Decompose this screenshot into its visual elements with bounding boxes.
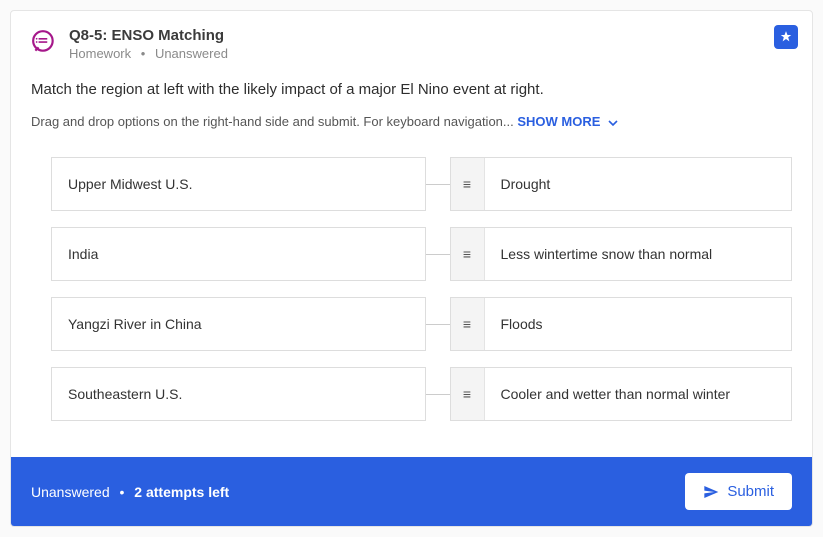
match-left-item: Southeastern U.S.: [51, 367, 426, 421]
instructions-text: Drag and drop options on the right-hand …: [31, 114, 517, 129]
footer-attempts: 2 attempts left: [134, 484, 229, 500]
question-status: Unanswered: [155, 46, 228, 61]
drag-handle-icon[interactable]: ≡: [451, 158, 485, 210]
match-right-label: Cooler and wetter than normal winter: [485, 368, 792, 420]
question-title: Q8-5: ENSO Matching: [69, 27, 228, 44]
question-prompt: Match the region at left with the likely…: [11, 69, 812, 102]
match-right-item[interactable]: ≡ Less wintertime snow than normal: [450, 227, 793, 281]
match-right-item[interactable]: ≡ Drought: [450, 157, 793, 211]
match-left-item: Upper Midwest U.S.: [51, 157, 426, 211]
drag-handle-icon[interactable]: ≡: [451, 368, 485, 420]
bookmark-button[interactable]: [774, 25, 798, 49]
match-right-item[interactable]: ≡ Cooler and wetter than normal winter: [450, 367, 793, 421]
separator-dot: •: [141, 46, 146, 61]
footer-answered-status: Unanswered: [31, 484, 110, 500]
show-more-label: SHOW MORE: [517, 114, 600, 129]
send-icon: [703, 484, 719, 500]
question-category: Homework: [69, 46, 131, 61]
question-header: Q8-5: ENSO Matching Homework • Unanswere…: [11, 11, 812, 69]
question-meta: Homework • Unanswered: [69, 46, 228, 61]
star-icon: [779, 30, 793, 44]
chevron-down-icon: [608, 114, 618, 129]
match-right-label: Drought: [485, 158, 792, 210]
matching-area: Upper Midwest U.S. ≡ Drought India ≡ Les…: [11, 137, 812, 457]
connector-line: [426, 297, 450, 351]
header-text-block: Q8-5: ENSO Matching Homework • Unanswere…: [69, 27, 228, 61]
show-more-toggle[interactable]: SHOW MORE: [517, 114, 618, 129]
question-card: Q8-5: ENSO Matching Homework • Unanswere…: [10, 10, 813, 527]
match-right-label: Less wintertime snow than normal: [485, 228, 792, 280]
match-row: India ≡ Less wintertime snow than normal: [51, 227, 792, 281]
submit-label: Submit: [727, 483, 774, 500]
footer-status: Unanswered • 2 attempts left: [31, 484, 229, 500]
separator-dot: •: [120, 484, 125, 500]
connector-line: [426, 227, 450, 281]
connector-line: [426, 367, 450, 421]
match-row: Upper Midwest U.S. ≡ Drought: [51, 157, 792, 211]
match-row: Southeastern U.S. ≡ Cooler and wetter th…: [51, 367, 792, 421]
connector-line: [426, 157, 450, 211]
question-type-icon: [31, 29, 57, 55]
drag-handle-icon[interactable]: ≡: [451, 298, 485, 350]
match-left-item: Yangzi River in China: [51, 297, 426, 351]
instructions-line: Drag and drop options on the right-hand …: [11, 102, 812, 137]
drag-handle-icon[interactable]: ≡: [451, 228, 485, 280]
match-right-item[interactable]: ≡ Floods: [450, 297, 793, 351]
question-footer: Unanswered • 2 attempts left Submit: [11, 457, 812, 526]
submit-button[interactable]: Submit: [685, 473, 792, 510]
match-right-label: Floods: [485, 298, 792, 350]
match-row: Yangzi River in China ≡ Floods: [51, 297, 792, 351]
match-left-item: India: [51, 227, 426, 281]
